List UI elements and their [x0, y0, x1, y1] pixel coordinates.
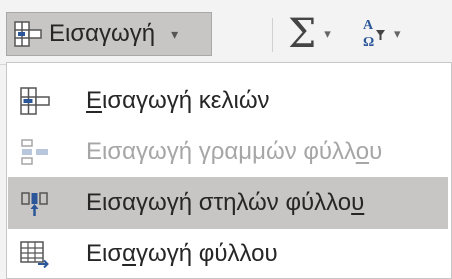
- sort-filter-icon: A Ω: [358, 16, 386, 53]
- menu-item-label: Εισαγωγή γραμμών φύλλου: [86, 138, 383, 165]
- insert-button-label: Εισαγωγή: [49, 20, 156, 47]
- chevron-down-icon[interactable]: ▾: [394, 26, 401, 42]
- menu-item-insert-cells[interactable]: Εισαγωγή κελιών: [8, 75, 448, 127]
- insert-split-button[interactable]: Εισαγωγή ▾: [6, 12, 212, 56]
- ribbon-separator: [272, 18, 273, 52]
- excel-insert-menu-screen: Εισαγωγή ▾ Σ ▾ A Ω ▾ Εισαγωγή κελιών Εισ…: [0, 0, 452, 279]
- svg-text:A: A: [363, 18, 374, 33]
- insert-sheet-columns-icon: [18, 186, 52, 220]
- insert-sheet-icon: [18, 237, 52, 271]
- insert-sheet-rows-icon: [18, 135, 52, 169]
- chevron-down-icon[interactable]: ▾: [171, 26, 178, 43]
- chevron-down-icon[interactable]: ▾: [324, 26, 331, 42]
- ribbon-cells-group: Εισαγωγή ▾ Σ ▾ A Ω ▾: [0, 0, 452, 65]
- autosum-icon: Σ: [288, 11, 317, 57]
- menu-item-insert-sheet-columns[interactable]: Εισαγωγή στηλών φύλλου: [8, 177, 448, 229]
- sort-filter-button[interactable]: A Ω ▾: [358, 16, 401, 52]
- svg-text:Ω: Ω: [363, 35, 374, 48]
- menu-item-insert-sheet[interactable]: Εισαγωγή φύλλου: [8, 228, 448, 279]
- menu-item-label: Εισαγωγή στηλών φύλλου: [86, 189, 365, 216]
- insert-cells-icon: [18, 84, 52, 118]
- menu-item-label: Εισαγωγή φύλλου: [86, 240, 278, 267]
- menu-item-insert-sheet-rows[interactable]: Εισαγωγή γραμμών φύλλου: [8, 126, 448, 178]
- menu-item-label: Εισαγωγή κελιών: [86, 87, 270, 114]
- insert-cells-icon: [13, 19, 43, 49]
- autosum-button[interactable]: Σ ▾: [288, 11, 331, 57]
- insert-dropdown-menu: Εισαγωγή κελιών Εισαγωγή γραμμών φύλλου: [6, 62, 452, 279]
